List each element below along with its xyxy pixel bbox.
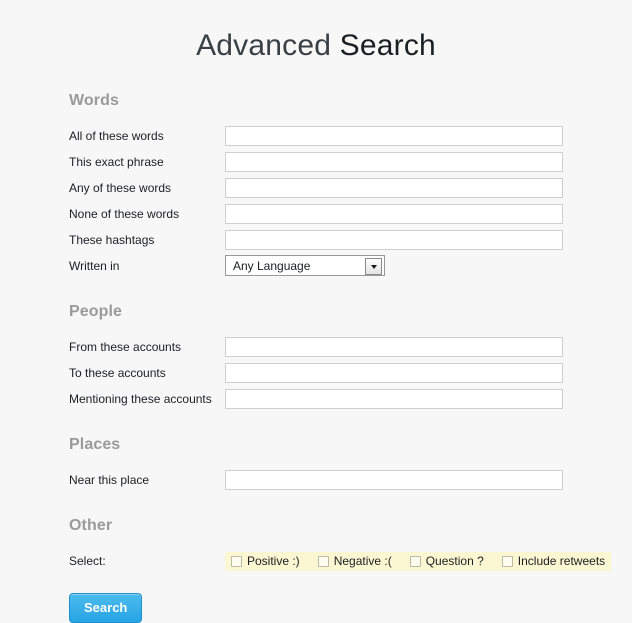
control-all-of-these-words [225, 125, 592, 146]
field-row-any-of-these-words: Any of these words [69, 176, 592, 199]
checkbox-item-question[interactable]: Question ? [409, 553, 484, 568]
label-from-these-accounts: From these accounts [69, 339, 182, 354]
control-near-this-place [225, 469, 592, 490]
input-all-of-these-words[interactable] [225, 125, 563, 146]
label-these-hashtags: These hashtags [69, 232, 155, 247]
checkbox-label-include-retweets: Include retweets [517, 553, 606, 568]
label-all-of-these-words: All of these words [69, 128, 164, 143]
input-these-hashtags[interactable] [225, 229, 563, 250]
section-heading-words: Words [69, 92, 119, 109]
input-from-these-accounts[interactable] [225, 336, 563, 357]
control-from-these-accounts [225, 336, 592, 357]
checkbox-positive[interactable] [231, 555, 242, 567]
checkbox-question[interactable] [409, 555, 421, 567]
input-none-of-these-words[interactable] [225, 203, 563, 224]
button-row: Search [69, 593, 592, 623]
advanced-search-page: Advanced Search Words All of these words… [0, 0, 632, 623]
control-select-filters: Positive :) Negative :( Question ? Inclu… [225, 551, 612, 571]
label-this-exact-phrase: This exact phrase [69, 154, 164, 169]
field-row-near-this-place: Near this place [69, 468, 592, 491]
field-row-select-filters: Select: Positive :) Negative :( Question… [69, 549, 612, 573]
checkbox-item-include-retweets[interactable]: Include retweets [501, 553, 606, 568]
checkbox-strip: Positive :) Negative :( Question ? Inclu… [225, 551, 612, 571]
field-row-none-of-these-words: None of these words [69, 202, 592, 225]
field-row-mentioning-these-accounts: Mentioning these accounts [69, 387, 592, 410]
label-written-in: Written in [69, 258, 120, 273]
label-select: Select: [69, 554, 106, 568]
section-heading-other: Other [69, 517, 113, 534]
checkbox-item-negative[interactable]: Negative :( [317, 553, 392, 568]
checkbox-label-negative: Negative :( [333, 553, 392, 568]
label-to-these-accounts: To these accounts [69, 365, 166, 380]
search-button[interactable]: Search [69, 593, 143, 623]
control-these-hashtags [225, 229, 592, 250]
checkbox-item-positive[interactable]: Positive :) [231, 553, 300, 568]
field-row-to-these-accounts: To these accounts [69, 361, 592, 384]
field-row-written-in: Written in Any Language [69, 254, 592, 277]
control-none-of-these-words [225, 203, 592, 224]
control-mentioning-these-accounts [225, 388, 592, 409]
checkbox-label-question: Question ? [425, 553, 484, 568]
page-title-strong: Search [339, 29, 436, 62]
label-near-this-place: Near this place [69, 472, 150, 487]
input-mentioning-these-accounts[interactable] [225, 388, 563, 409]
select-written-in[interactable]: Any Language [225, 255, 385, 276]
checkbox-include-retweets[interactable] [501, 555, 513, 567]
label-any-of-these-words: Any of these words [69, 180, 172, 195]
control-written-in: Any Language [225, 255, 592, 276]
section-heading-people: People [69, 303, 123, 320]
advanced-search-form: Words All of these words This exact phra… [0, 92, 632, 623]
field-row-this-exact-phrase: This exact phrase [69, 150, 592, 173]
field-row-these-hashtags: These hashtags [69, 228, 592, 251]
input-this-exact-phrase[interactable] [225, 151, 563, 172]
control-this-exact-phrase [225, 151, 592, 172]
input-to-these-accounts[interactable] [225, 362, 563, 383]
control-to-these-accounts [225, 362, 592, 383]
field-row-all-of-these-words: All of these words [69, 124, 592, 147]
input-any-of-these-words[interactable] [225, 177, 563, 198]
label-mentioning-these-accounts: Mentioning these accounts [69, 391, 212, 406]
label-none-of-these-words: None of these words [69, 206, 180, 221]
page-title-light: Advanced [196, 29, 340, 62]
control-any-of-these-words [225, 177, 592, 198]
section-heading-places: Places [69, 436, 121, 453]
field-row-from-these-accounts: From these accounts [69, 335, 592, 358]
input-near-this-place[interactable] [225, 469, 563, 490]
checkbox-label-positive: Positive :) [247, 553, 300, 568]
checkbox-negative[interactable] [317, 555, 329, 567]
chevron-down-icon[interactable] [365, 258, 382, 275]
page-title: Advanced Search [0, 0, 632, 64]
select-written-in-value: Any Language [233, 258, 311, 273]
